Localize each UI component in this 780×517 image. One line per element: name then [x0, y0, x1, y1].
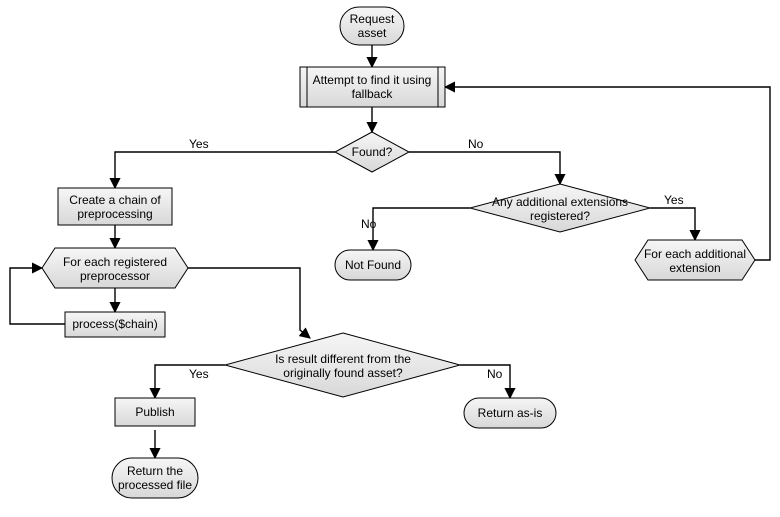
- node-anyext-decision: Any additional extensions registered?: [470, 184, 650, 232]
- edge-label-anyext-no: No: [361, 217, 377, 231]
- svg-text:preprocessor: preprocessor: [80, 269, 150, 283]
- node-return-processed: Return the processed file: [112, 458, 198, 498]
- svg-text:asset: asset: [358, 26, 387, 40]
- node-foreach-extension: For each additional extension: [635, 240, 755, 280]
- svg-text:processed file: processed file: [118, 478, 192, 492]
- node-return-asis: Return as-is: [464, 398, 556, 428]
- node-foreach-preprocessor: For each registered preprocessor: [42, 248, 188, 288]
- edge-label-anyext-yes: Yes: [664, 193, 684, 207]
- svg-text:Return as-is: Return as-is: [478, 406, 543, 420]
- svg-text:registered?: registered?: [530, 209, 590, 223]
- node-attempt-fallback: Attempt to find it using fallback: [300, 67, 445, 107]
- edge-label-found-no: No: [468, 137, 484, 151]
- svg-text:Return the: Return the: [127, 464, 183, 478]
- svg-text:Is result different from the: Is result different from the: [275, 352, 411, 366]
- svg-text:Request: Request: [350, 12, 395, 26]
- svg-text:extension: extension: [669, 261, 720, 275]
- svg-text:originally found asset?: originally found asset?: [283, 366, 403, 380]
- svg-text:fallback: fallback: [352, 87, 394, 101]
- svg-text:Create a chain of: Create a chain of: [69, 193, 161, 207]
- svg-text:Found?: Found?: [352, 145, 393, 159]
- svg-text:For each registered: For each registered: [63, 255, 167, 269]
- svg-text:Any additional extensions: Any additional extensions: [492, 195, 628, 209]
- node-request-asset: Request asset: [340, 7, 404, 45]
- node-isdiff-decision: Is result different from the originally …: [225, 333, 460, 397]
- svg-text:Attempt to find it using: Attempt to find it using: [313, 73, 432, 87]
- svg-text:Not Found: Not Found: [345, 258, 401, 272]
- node-process-chain: process($chain): [65, 312, 165, 337]
- svg-text:preprocessing: preprocessing: [77, 207, 152, 221]
- node-not-found: Not Found: [335, 250, 411, 280]
- node-found-decision: Found?: [335, 132, 409, 172]
- svg-text:Publish: Publish: [135, 405, 174, 419]
- edge-label-found-yes: Yes: [189, 137, 209, 151]
- node-create-chain: Create a chain of preprocessing: [58, 188, 172, 225]
- svg-text:process($chain): process($chain): [72, 317, 157, 331]
- edge-label-isdiff-yes: Yes: [189, 367, 209, 381]
- node-publish: Publish: [115, 398, 195, 426]
- svg-text:For each additional: For each additional: [644, 247, 746, 261]
- edge-label-isdiff-no: No: [487, 367, 503, 381]
